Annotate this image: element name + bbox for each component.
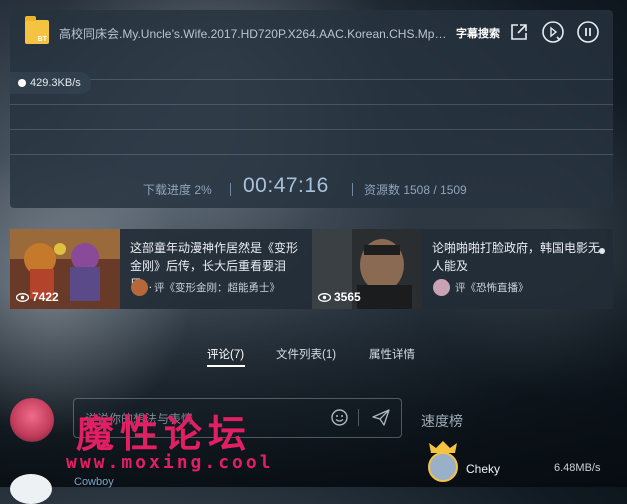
card-review-ref[interactable]: 评《变形金刚：超能勇士》	[154, 280, 280, 295]
ranker-speed: 6.48MB/s	[554, 462, 601, 474]
play-icon[interactable]	[541, 20, 565, 44]
graph-gridline	[10, 104, 613, 105]
folder-icon: BT	[25, 16, 49, 44]
graph-gridline	[10, 129, 613, 130]
tab-comments[interactable]: 评论(7)	[207, 346, 244, 362]
file-title: 高校同床会.My.Uncle’s.Wife.2017.HD720P.X264.A…	[59, 27, 451, 41]
eye-icon	[317, 293, 332, 303]
separator	[352, 183, 353, 196]
user-avatar[interactable]	[10, 398, 54, 442]
commenter-name[interactable]: Cowboy	[74, 476, 114, 488]
ranker-name[interactable]: Cheky	[466, 462, 500, 476]
card-thumbnail[interactable]: 7422	[10, 229, 120, 309]
card-review-ref[interactable]: 评《恐怖直播》	[455, 280, 529, 295]
input-divider	[358, 409, 359, 426]
view-count: 3565	[317, 290, 361, 304]
speed-dot	[18, 79, 26, 87]
tab-underline	[207, 365, 245, 367]
tab-file-list[interactable]: 文件列表(1)	[276, 346, 336, 362]
ranker-avatar[interactable]	[428, 452, 458, 482]
separator	[230, 183, 231, 196]
watermark-logo: 魔性论坛	[76, 411, 253, 456]
commenter-avatar[interactable]	[10, 474, 52, 504]
card-title[interactable]: 论啪啪啪打脸政府，韩国电影无人能及	[432, 239, 604, 275]
graph-gridline	[10, 154, 613, 155]
graph-gridline	[10, 79, 613, 80]
share-icon[interactable]	[509, 22, 529, 42]
carousel-dot[interactable]	[599, 248, 605, 254]
progress-label: 下载进度 2%	[143, 183, 212, 197]
watermark-url: www.moxing.cool	[66, 452, 274, 473]
eye-icon	[15, 293, 30, 303]
speed-rank-title: 速度榜	[421, 413, 463, 429]
recommendation-strip: 7422 这部童年动漫神作居然是《变形金刚》后传，长大后重看要泪目... 评《变…	[10, 229, 613, 309]
send-icon[interactable]	[372, 409, 390, 426]
subtitle-search-button[interactable]: 字幕搜索	[456, 25, 500, 41]
emoji-icon[interactable]	[331, 409, 348, 426]
view-count: 7422	[15, 290, 59, 304]
resources-label: 资源数 1508 / 1509	[364, 183, 467, 197]
tab-properties[interactable]: 属性详情	[369, 346, 415, 362]
time-remaining: 00:47:16	[243, 174, 329, 197]
pause-icon[interactable]	[576, 20, 600, 44]
avatar	[433, 279, 450, 296]
avatar	[131, 279, 148, 296]
card-thumbnail[interactable]: 3565	[312, 229, 422, 309]
